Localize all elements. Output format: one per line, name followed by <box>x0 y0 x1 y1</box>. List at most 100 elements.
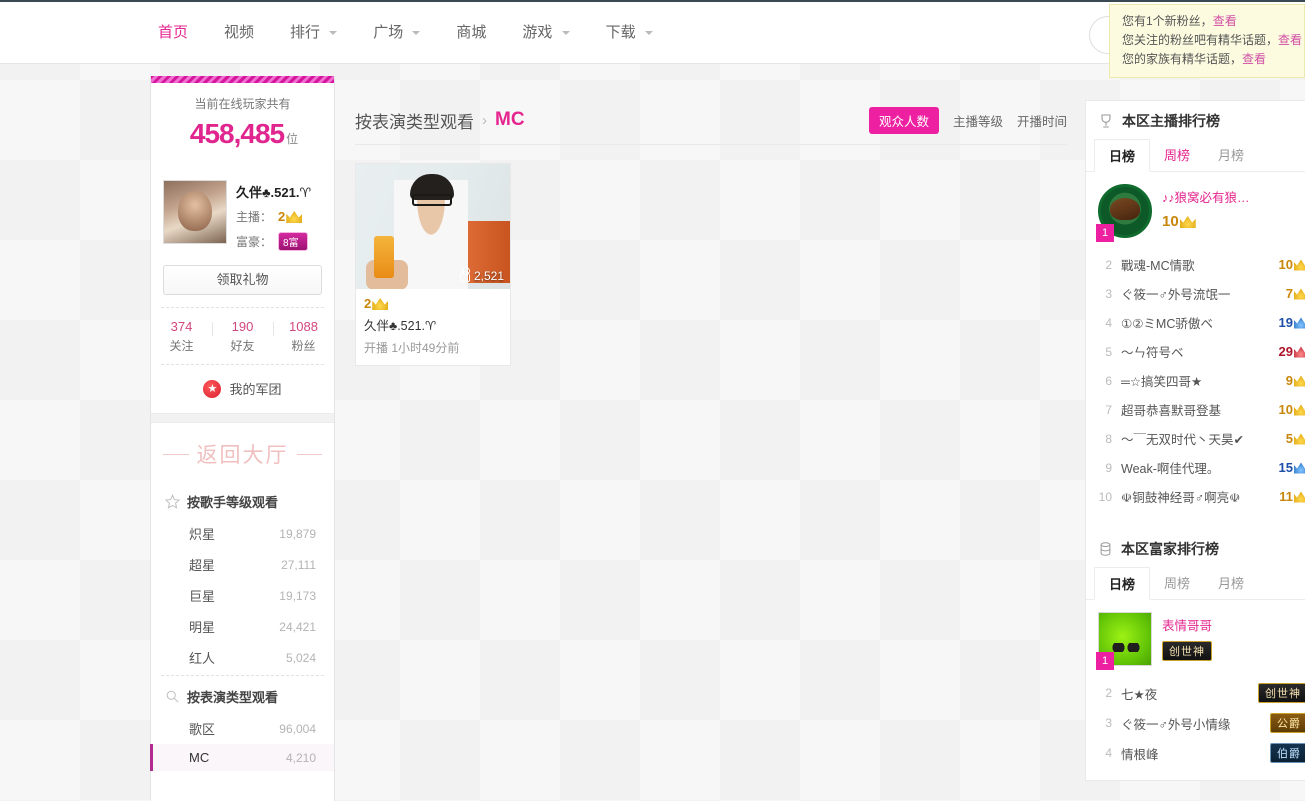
nav-item-label: 广场 <box>373 23 404 41</box>
notification-text: 您的家族有精华话题， <box>1122 52 1243 66</box>
section-gap <box>151 413 334 423</box>
nav-item-home[interactable]: 首页 <box>140 2 206 64</box>
rich-level-label: 富豪： <box>236 235 273 249</box>
row-name: 〜￣无双时代丶天昊✔ <box>1121 433 1244 447</box>
list-item[interactable]: 巨星 19,173 <box>151 580 334 611</box>
filter-viewer-count[interactable]: 观众人数 <box>868 106 939 134</box>
stat-label: 关注 <box>169 339 194 353</box>
crown-icon <box>286 211 303 223</box>
notification-link[interactable]: 查看 <box>1278 33 1302 47</box>
host-level-badge: 2 <box>278 209 303 224</box>
tab-daily[interactable]: 日榜 <box>1094 567 1151 600</box>
level-badge: 10 <box>1162 213 1196 230</box>
table-row[interactable]: 10 ☫铜鼓神经哥♂啊亮☫ 11 <box>1086 482 1305 511</box>
tab-weekly[interactable]: 周榜 <box>1150 139 1204 171</box>
row-name: 戰魂-MC情歌 <box>1121 259 1195 273</box>
nav-item-download[interactable]: 下载 <box>588 2 671 64</box>
row-name: 七★夜 <box>1121 687 1158 702</box>
crown-icon <box>1294 346 1305 358</box>
tab-monthly[interactable]: 月榜 <box>1204 139 1258 171</box>
rank-one-name: 表情哥哥 <box>1162 619 1213 633</box>
rank-one-avatar[interactable]: 1 <box>1096 184 1152 242</box>
back-to-lobby-button[interactable]: 返回大厅 <box>151 423 334 481</box>
crown-icon <box>1179 216 1196 228</box>
stream-thumbnail[interactable]: 2,521 <box>356 164 510 289</box>
my-legion-button[interactable]: 我的军团 <box>151 365 334 413</box>
row-value: 9 <box>1286 373 1305 388</box>
host-level-badge: 2 <box>364 296 502 311</box>
nav-item-square[interactable]: 广场 <box>355 2 438 64</box>
rank-badge: 1 <box>1096 224 1114 242</box>
notification-link[interactable]: 查看 <box>1242 52 1266 66</box>
stat-value: 374 <box>170 319 193 334</box>
nav-item-mall[interactable]: 商城 <box>438 2 504 64</box>
nav-items: 首页 视频 排行 广场 商城 游戏 下载 <box>140 2 671 64</box>
rank-one-chip: 创世神 <box>1162 641 1305 661</box>
row-value-number: 29 <box>1278 344 1293 359</box>
zigzag-divider <box>159 162 326 170</box>
filter-host-level[interactable]: 主播等级 <box>953 111 1003 130</box>
nav-item-ranking[interactable]: 排行 <box>272 2 355 64</box>
item-count: 5,024 <box>285 650 316 665</box>
stat-label: 好友 <box>230 339 255 353</box>
stat-fans[interactable]: 1088 粉丝 <box>273 319 334 354</box>
table-row[interactable]: 3 ぐ筱一♂外号流氓一 7 <box>1086 279 1305 308</box>
thumbnail-drink <box>374 236 394 278</box>
host-level-value: 2 <box>364 296 372 311</box>
list-item[interactable]: 超星 27,111 <box>151 549 334 580</box>
table-row[interactable]: 9 Weak-啊佳代理。 15 <box>1086 453 1305 482</box>
thumbnail-glasses <box>412 194 452 206</box>
list-item[interactable]: 明星 24,421 <box>151 611 334 642</box>
table-row[interactable]: 8 〜￣无双时代丶天昊✔ 5 <box>1086 424 1305 453</box>
filter-start-time[interactable]: 开播时间 <box>1017 111 1067 130</box>
tab-daily[interactable]: 日榜 <box>1094 139 1151 172</box>
list-item[interactable]: 歌区 96,004 <box>151 713 334 744</box>
row-name: ぐ筱一♂外号流氓一 <box>1121 288 1231 302</box>
list-item[interactable]: 红人 5,024 <box>151 642 334 673</box>
breadcrumb-parent[interactable]: 按表演类型观看 <box>355 108 474 133</box>
stat-friends[interactable]: 190 好友 <box>212 319 273 354</box>
singer-level-list: 炽星 19,879 超星 27,111 巨星 19,173 明星 24,421 … <box>151 518 334 673</box>
notification-link[interactable]: 查看 <box>1213 14 1237 28</box>
table-row[interactable]: 4 情根峰 伯爵 <box>1086 738 1305 768</box>
item-count: 96,004 <box>279 721 316 736</box>
stat-following[interactable]: 374 关注 <box>151 319 212 354</box>
claim-gift-button[interactable]: 领取礼物 <box>163 265 322 295</box>
row-name: 情根峰 <box>1121 747 1159 762</box>
table-row[interactable]: 3 ぐ筱一♂外号小情缘 公爵 <box>1086 708 1305 738</box>
table-row[interactable]: 2 七★夜 创世神 <box>1086 678 1305 708</box>
crown-icon <box>1294 491 1305 503</box>
list-item[interactable]: 炽星 19,879 <box>151 518 334 549</box>
row-index: 2 <box>1105 686 1112 700</box>
item-count: 24,421 <box>279 619 316 634</box>
table-row[interactable]: 2 戰魂-MC情歌 10 <box>1086 250 1305 279</box>
breadcrumb-separator: › <box>482 111 487 129</box>
nav-item-games[interactable]: 游戏 <box>504 2 587 64</box>
tab-weekly[interactable]: 周榜 <box>1150 567 1204 599</box>
table-row[interactable]: 4 ①②ミMC骄傲ベ 19 <box>1086 308 1305 337</box>
nav-item-video[interactable]: 视频 <box>206 2 272 64</box>
page-title: MC <box>495 109 525 130</box>
row-index: 3 <box>1105 716 1112 730</box>
notification-row: 您关注的粉丝吧有精华话题，查看 <box>1122 31 1302 50</box>
online-players-count: 458,485 位 <box>151 118 334 150</box>
row-index: 6 <box>1105 373 1112 388</box>
rank-one-entry[interactable]: 1 表情哥哥 创世神 <box>1086 600 1305 676</box>
tab-monthly[interactable]: 月榜 <box>1204 567 1258 599</box>
row-value-number: 11 <box>1279 489 1293 504</box>
table-row[interactable]: 5 〜ㄣ符号ベ 29 <box>1086 337 1305 366</box>
user-avatar[interactable] <box>163 180 227 244</box>
crown-icon <box>1294 462 1305 474</box>
nav-item-label: 首页 <box>158 23 189 41</box>
group-singer-level: 按歌手等级观看 炽星 19,879 超星 27,111 巨星 19,173 明星… <box>151 481 334 675</box>
group-header: 按表演类型观看 <box>151 680 334 713</box>
rank-one-entry[interactable]: 1 ♪♪狼窝必有狼… 10 <box>1086 172 1305 248</box>
user-name: 久伴♣.521.♈ <box>236 185 312 200</box>
list-item-selected[interactable]: MC 4,210 <box>150 744 334 771</box>
table-row[interactable]: 6 ═☆搞笑四哥★ 9 <box>1086 366 1305 395</box>
rank-one-avatar[interactable]: 1 <box>1096 612 1152 670</box>
item-count: 4,210 <box>285 750 316 765</box>
table-row[interactable]: 7 超哥恭喜默哥登基 10 <box>1086 395 1305 424</box>
row-index: 9 <box>1105 460 1112 475</box>
stream-card[interactable]: 2,521 2 久伴♣.521.♈ 开播 1小时49分前 <box>355 163 511 366</box>
